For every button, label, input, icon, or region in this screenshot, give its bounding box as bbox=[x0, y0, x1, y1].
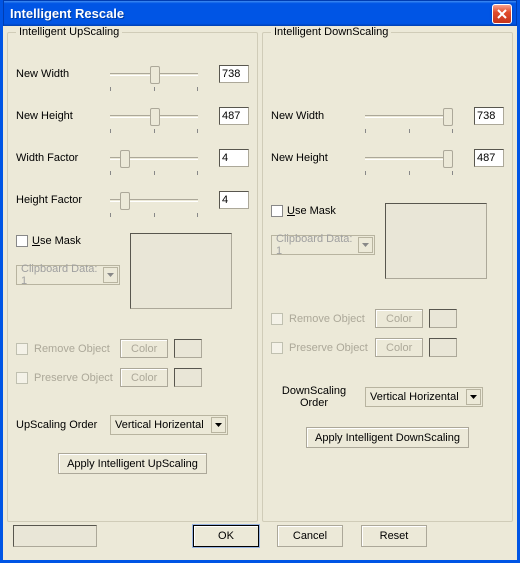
checkbox-icon bbox=[271, 342, 283, 354]
down-preserve-label: Preserve Object bbox=[289, 342, 369, 354]
cancel-button[interactable]: Cancel bbox=[277, 525, 343, 547]
down-preserve-row: Preserve Object Color bbox=[271, 338, 504, 357]
window-title: Intelligent Rescale bbox=[10, 6, 492, 21]
bottom-bar: OK Cancel Reset bbox=[13, 522, 507, 550]
up-hfactor-label: Height Factor bbox=[16, 194, 88, 206]
title-bar: Intelligent Rescale bbox=[3, 0, 517, 26]
up-order-label: UpScaling Order bbox=[16, 419, 102, 431]
up-order-combo[interactable]: Vertical Horizental bbox=[110, 415, 228, 435]
up-preserve-color-button: Color bbox=[120, 368, 168, 387]
up-width-input[interactable] bbox=[219, 65, 249, 83]
up-height-label: New Height bbox=[16, 110, 88, 122]
downscaling-group: Intelligent DownScaling New Width New He… bbox=[262, 32, 513, 522]
up-order-value: Vertical Horizental bbox=[115, 419, 204, 431]
down-usemask-label: UUse Maskse Mask bbox=[287, 205, 336, 217]
down-preserve-color-swatch bbox=[429, 338, 457, 357]
down-clipboard-label: Clipboard Data: 1 bbox=[276, 233, 358, 257]
slider-thumb[interactable] bbox=[120, 192, 130, 210]
up-usemask-row: UUse Maskse Mask Clipboard Data: 1 bbox=[16, 233, 249, 309]
down-order-combo[interactable]: Vertical Horizental bbox=[365, 387, 483, 407]
chevron-down-icon bbox=[103, 267, 118, 283]
up-preserve-color-swatch bbox=[174, 368, 202, 387]
checkbox-icon bbox=[16, 372, 28, 384]
dialog-content: Intelligent UpScaling New Width New Heig… bbox=[3, 26, 517, 526]
up-hfactor-slider[interactable] bbox=[88, 186, 219, 214]
up-wfactor-label: Width Factor bbox=[16, 152, 88, 164]
up-usemask-label: UUse Maskse Mask bbox=[32, 235, 81, 247]
checkbox-icon bbox=[271, 313, 283, 325]
up-width-row: New Width bbox=[16, 59, 249, 89]
down-order-value: Vertical Horizental bbox=[370, 391, 459, 403]
chevron-down-icon bbox=[358, 237, 373, 253]
apply-downscaling-button[interactable]: Apply Intelligent DownScaling bbox=[306, 427, 469, 448]
down-usemask-row: UUse Maskse Mask Clipboard Data: 1 bbox=[271, 203, 504, 279]
down-apply-row: Apply Intelligent DownScaling bbox=[271, 427, 504, 448]
up-remove-color-swatch bbox=[174, 339, 202, 358]
up-preserve-row: Preserve Object Color bbox=[16, 368, 249, 387]
up-clipboard-combo: Clipboard Data: 1 bbox=[16, 265, 120, 285]
reset-button[interactable]: Reset bbox=[361, 525, 427, 547]
up-hfactor-input[interactable] bbox=[219, 191, 249, 209]
down-order-label: DownScalingOrder bbox=[271, 385, 357, 409]
down-clipboard-combo: Clipboard Data: 1 bbox=[271, 235, 375, 255]
up-order-row: UpScaling Order Vertical Horizental bbox=[16, 415, 249, 435]
chevron-down-icon bbox=[211, 417, 226, 433]
checkbox-icon bbox=[16, 235, 28, 247]
down-preserve-color-button: Color bbox=[375, 338, 423, 357]
down-remove-label: Remove Object bbox=[289, 313, 369, 325]
down-order-row: DownScalingOrder Vertical Horizental bbox=[271, 385, 504, 409]
down-usemask-check[interactable]: UUse Maskse Mask bbox=[271, 205, 375, 217]
up-wfactor-input[interactable] bbox=[219, 149, 249, 167]
up-clipboard-label: Clipboard Data: 1 bbox=[21, 263, 103, 287]
progress-box bbox=[13, 525, 97, 547]
down-remove-color-button: Color bbox=[375, 309, 423, 328]
up-hfactor-row: Height Factor bbox=[16, 185, 249, 215]
up-preview-box bbox=[130, 233, 232, 309]
checkbox-icon bbox=[16, 343, 28, 355]
slider-thumb[interactable] bbox=[120, 150, 130, 168]
ok-button[interactable]: OK bbox=[193, 525, 259, 547]
down-width-input[interactable] bbox=[474, 107, 504, 125]
up-height-input[interactable] bbox=[219, 107, 249, 125]
upscaling-legend: Intelligent UpScaling bbox=[16, 26, 122, 38]
up-wfactor-slider[interactable] bbox=[88, 144, 219, 172]
up-remove-row: Remove Object Color bbox=[16, 339, 249, 358]
down-height-input[interactable] bbox=[474, 149, 504, 167]
slider-thumb[interactable] bbox=[150, 66, 160, 84]
up-height-slider[interactable] bbox=[88, 102, 219, 130]
dialog-window: Intelligent Rescale Intelligent UpScalin… bbox=[0, 0, 520, 563]
up-width-label: New Width bbox=[16, 68, 88, 80]
up-apply-row: Apply Intelligent UpScaling bbox=[16, 453, 249, 474]
checkbox-icon bbox=[271, 205, 283, 217]
bottom-buttons: OK Cancel Reset bbox=[193, 525, 427, 547]
close-icon bbox=[497, 9, 507, 19]
down-width-label: New Width bbox=[271, 110, 343, 122]
upscaling-group: Intelligent UpScaling New Width New Heig… bbox=[7, 32, 258, 522]
down-width-row: New Width bbox=[271, 101, 504, 131]
close-button[interactable] bbox=[492, 4, 512, 24]
down-height-row: New Height bbox=[271, 143, 504, 173]
down-width-slider[interactable] bbox=[343, 102, 474, 130]
downscaling-legend: Intelligent DownScaling bbox=[271, 26, 391, 38]
down-remove-row: Remove Object Color bbox=[271, 309, 504, 328]
down-remove-color-swatch bbox=[429, 309, 457, 328]
slider-thumb[interactable] bbox=[150, 108, 160, 126]
slider-thumb[interactable] bbox=[443, 150, 453, 168]
down-height-slider[interactable] bbox=[343, 144, 474, 172]
up-height-row: New Height bbox=[16, 101, 249, 131]
down-preview-box bbox=[385, 203, 487, 279]
down-height-label: New Height bbox=[271, 152, 343, 164]
up-remove-color-button: Color bbox=[120, 339, 168, 358]
up-remove-label: Remove Object bbox=[34, 343, 114, 355]
up-usemask-check[interactable]: UUse Maskse Mask bbox=[16, 235, 120, 247]
slider-thumb[interactable] bbox=[443, 108, 453, 126]
up-wfactor-row: Width Factor bbox=[16, 143, 249, 173]
up-width-slider[interactable] bbox=[88, 60, 219, 88]
chevron-down-icon bbox=[466, 389, 481, 405]
apply-upscaling-button[interactable]: Apply Intelligent UpScaling bbox=[58, 453, 207, 474]
up-preserve-label: Preserve Object bbox=[34, 372, 114, 384]
